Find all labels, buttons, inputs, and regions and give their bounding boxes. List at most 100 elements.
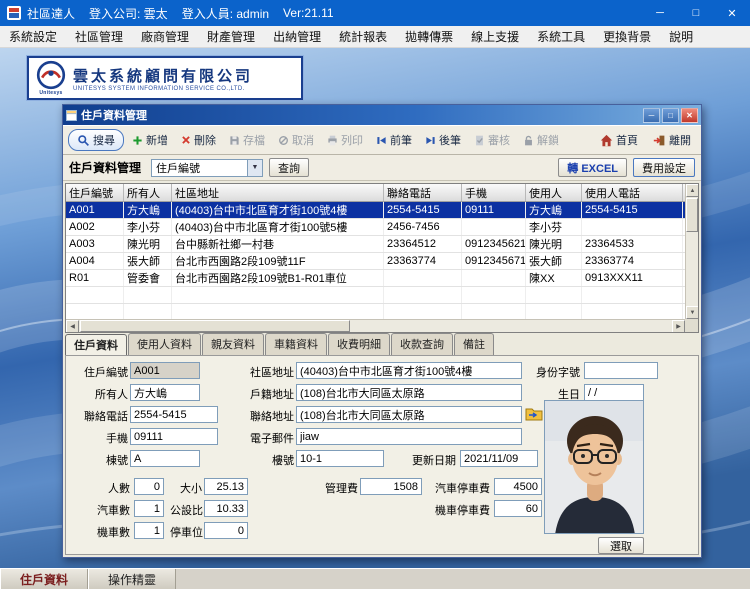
- maximize-button[interactable]: □: [678, 0, 714, 26]
- save-button[interactable]: 存檔: [224, 130, 270, 150]
- table-cell: A003: [66, 236, 124, 252]
- menu-item-change-background[interactable]: 更換背景: [594, 26, 660, 47]
- filter-dropdown[interactable]: 住戶編號 ▼: [151, 159, 263, 177]
- motorcycles-field[interactable]: [134, 522, 164, 539]
- tab-relatives[interactable]: 親友資料: [202, 333, 264, 355]
- birthday-field[interactable]: [584, 384, 644, 401]
- scroll-down-icon[interactable]: ▼: [686, 306, 699, 319]
- scroll-up-icon[interactable]: ▲: [686, 184, 699, 197]
- minimize-button[interactable]: ─: [642, 0, 678, 26]
- table-cell: 台中縣新社鄉一村巷: [172, 236, 384, 252]
- vertical-scroll-thumb[interactable]: [686, 198, 698, 232]
- tab-notes[interactable]: 備註: [454, 333, 494, 355]
- id-number-field[interactable]: [584, 362, 658, 379]
- menu-item-community-mgmt[interactable]: 社區管理: [66, 26, 132, 47]
- horizontal-scrollbar[interactable]: ◀ ▶: [66, 319, 685, 332]
- column-header[interactable]: 社區地址: [172, 184, 384, 201]
- parking-field[interactable]: [204, 522, 248, 539]
- registered-addr-label: 戶籍地址: [238, 386, 294, 402]
- unlock-button-label: 解鎖: [537, 132, 559, 148]
- fee-setting-button[interactable]: 費用設定: [633, 158, 695, 177]
- table-row[interactable]: A002李小芬(40403)台中市北區育才街100號5樓2456-7456李小芬: [66, 219, 698, 236]
- menu-item-cashier-mgmt[interactable]: 出納管理: [264, 26, 330, 47]
- table-row[interactable]: A001方大嵨(40403)台中市北區育才街100號4樓2554-5415091…: [66, 202, 698, 219]
- column-header[interactable]: 手機: [462, 184, 526, 201]
- print-button-label: 列印: [341, 132, 363, 148]
- filter-dropdown-value: 住戶編號: [156, 160, 200, 176]
- community-addr-field[interactable]: [296, 362, 522, 379]
- scroll-left-icon[interactable]: ◀: [66, 320, 79, 333]
- scroll-right-icon[interactable]: ▶: [672, 320, 685, 333]
- mobile-label: 手機: [68, 430, 128, 446]
- mgmt-fee-field[interactable]: [360, 478, 422, 495]
- folder-icon[interactable]: [525, 405, 543, 421]
- table-cell: 09111: [462, 202, 526, 218]
- tab-vehicle[interactable]: 車籍資料: [265, 333, 327, 355]
- exit-button[interactable]: 離開: [648, 130, 696, 150]
- status-operation-wizard[interactable]: 操作精靈: [88, 569, 176, 589]
- menu-item-help[interactable]: 說明: [660, 26, 702, 47]
- add-button[interactable]: 新增: [127, 130, 173, 150]
- column-header[interactable]: 住戶編號: [66, 184, 124, 201]
- car-fee-label: 汽車停車費: [422, 480, 490, 496]
- people-field[interactable]: [134, 478, 164, 495]
- home-button[interactable]: 首頁: [595, 130, 643, 150]
- registered-addr-field[interactable]: [296, 384, 522, 401]
- household-id-field[interactable]: [130, 362, 200, 379]
- moto-fee-field[interactable]: [494, 500, 542, 517]
- menu-item-system-settings[interactable]: 系統設定: [0, 26, 66, 47]
- email-field[interactable]: [296, 428, 522, 445]
- menu-item-stats-reports[interactable]: 統計報表: [330, 26, 396, 47]
- vertical-scrollbar[interactable]: ▲ ▼: [685, 184, 698, 319]
- delete-button[interactable]: 刪除: [176, 130, 221, 150]
- audit-button[interactable]: 審核: [469, 130, 515, 150]
- phone-field[interactable]: [130, 406, 218, 423]
- table-cell: 陳光明: [124, 236, 172, 252]
- tab-user[interactable]: 使用人資料: [128, 333, 201, 355]
- search-button[interactable]: 搜尋: [68, 129, 124, 151]
- column-header[interactable]: 使用人: [526, 184, 582, 201]
- menu-item-transfer-voucher[interactable]: 拋轉傳票: [396, 26, 462, 47]
- size-field[interactable]: [204, 478, 248, 495]
- query-button[interactable]: 查詢: [269, 158, 309, 177]
- column-header[interactable]: 所有人: [124, 184, 172, 201]
- building-field[interactable]: [130, 450, 200, 467]
- child-close-button[interactable]: ✕: [681, 108, 698, 123]
- close-button[interactable]: ✕: [714, 0, 750, 26]
- column-header[interactable]: 使用人電話: [582, 184, 683, 201]
- contact-addr-field[interactable]: [296, 406, 522, 423]
- public-ratio-field[interactable]: [204, 500, 248, 517]
- floor-field[interactable]: [296, 450, 384, 467]
- menu-item-property-mgmt[interactable]: 財產管理: [198, 26, 264, 47]
- menu-item-vendor-mgmt[interactable]: 廠商管理: [132, 26, 198, 47]
- tab-fee-detail[interactable]: 收費明細: [328, 333, 390, 355]
- unlock-button[interactable]: 解鎖: [518, 130, 564, 150]
- prev-button[interactable]: 前筆: [371, 130, 417, 150]
- child-maximize-button[interactable]: □: [662, 108, 679, 123]
- query-bar: 住戶資料管理 住戶編號 ▼ 查詢 轉 EXCEL 費用設定: [63, 155, 701, 181]
- horizontal-scroll-thumb[interactable]: [80, 320, 350, 332]
- table-cell: (40403)台中市北區育才街100號5樓: [172, 219, 384, 235]
- menu-item-system-tools[interactable]: 系統工具: [528, 26, 594, 47]
- app-icon: [7, 6, 21, 20]
- cars-field[interactable]: [134, 500, 164, 517]
- tab-payment-query[interactable]: 收款查詢: [391, 333, 453, 355]
- update-date-field[interactable]: [460, 450, 538, 467]
- status-household-data[interactable]: 住戶資料: [0, 569, 88, 589]
- export-excel-button[interactable]: 轉 EXCEL: [558, 158, 627, 177]
- menu-item-online-support[interactable]: 線上支援: [462, 26, 528, 47]
- table-row[interactable]: A004張大師台北市西園路2段109號11F233637740912345671…: [66, 253, 698, 270]
- next-button[interactable]: 後筆: [420, 130, 466, 150]
- select-photo-button[interactable]: 選取: [598, 537, 644, 554]
- car-fee-field[interactable]: [494, 478, 542, 495]
- table-row[interactable]: A003陳光明台中縣新社鄉一村巷233645120912345621陳光明233…: [66, 236, 698, 253]
- tab-household[interactable]: 住戶資料: [65, 334, 127, 356]
- column-header[interactable]: 聯絡電話: [384, 184, 462, 201]
- chevron-down-icon: ▼: [247, 160, 262, 176]
- cancel-button[interactable]: 取消: [273, 130, 319, 150]
- owner-field[interactable]: [130, 384, 200, 401]
- print-button[interactable]: 列印: [322, 130, 368, 150]
- child-minimize-button[interactable]: ─: [643, 108, 660, 123]
- mobile-field[interactable]: [130, 428, 218, 445]
- table-row[interactable]: R01管委會台北市西園路2段109號B1-R01車位陳XX0913XXX11: [66, 270, 698, 287]
